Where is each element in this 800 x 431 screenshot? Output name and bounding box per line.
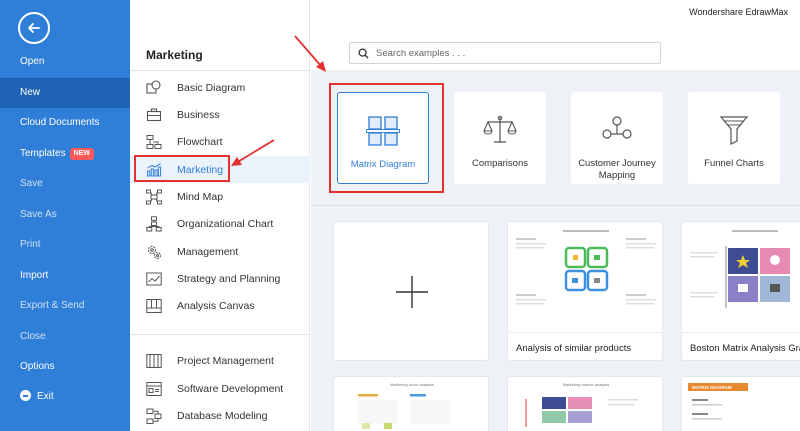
diagram-type-matrix[interactable]: Matrix Diagram bbox=[337, 92, 429, 184]
blank-canvas bbox=[334, 222, 488, 360]
mind-map-icon bbox=[146, 189, 162, 205]
category-strategy-planning[interactable]: Strategy and Planning bbox=[130, 265, 310, 292]
divider bbox=[311, 205, 800, 206]
template-marketing-focus-analysis[interactable]: Marketing focus analysis bbox=[333, 376, 489, 431]
canvas-icon bbox=[146, 298, 162, 314]
divider bbox=[508, 332, 662, 333]
gears-icon bbox=[146, 244, 162, 260]
template-thumbnail bbox=[508, 222, 662, 332]
template-thumbnail: Marketing market analysis bbox=[525, 382, 638, 427]
category-management[interactable]: Management bbox=[130, 238, 310, 265]
briefcase-icon bbox=[146, 107, 162, 123]
search-icon bbox=[358, 47, 369, 59]
category-mind-map[interactable]: Mind Map bbox=[130, 183, 310, 210]
category-business[interactable]: Business bbox=[130, 101, 310, 128]
menu-item-save-as[interactable]: Save As bbox=[0, 200, 130, 230]
template-gallery: Wondershare EdrawMax Matrix Diagram Comp… bbox=[311, 0, 800, 431]
menu-item-open[interactable]: Open bbox=[0, 47, 130, 77]
menu-item-templates[interactable]: Templates NEW bbox=[0, 139, 130, 169]
template-thumbnail bbox=[682, 222, 800, 332]
template-boston-matrix[interactable]: Boston Matrix Analysis Graph bbox=[681, 221, 800, 361]
top-bar: Wondershare EdrawMax bbox=[311, 0, 800, 70]
org-chart-icon bbox=[146, 215, 162, 232]
category-project-management[interactable]: Project Management bbox=[130, 347, 310, 374]
menu-item-close[interactable]: Close bbox=[0, 322, 130, 352]
template-marketing-market-analysis[interactable]: Marketing market analysis bbox=[507, 376, 663, 431]
divider bbox=[130, 70, 310, 71]
category-title: Marketing bbox=[146, 48, 203, 62]
template-title: Analysis of similar products bbox=[516, 343, 632, 354]
category-flowchart[interactable]: Flowchart bbox=[130, 128, 310, 155]
template-title: Boston Matrix Analysis Graph bbox=[690, 343, 800, 354]
thumb-title: Marketing market analysis bbox=[563, 382, 609, 387]
menu-item-print[interactable]: Print bbox=[0, 230, 130, 260]
template-analysis-similar-products[interactable]: Analysis of similar products bbox=[507, 221, 663, 361]
category-software-development[interactable]: Software Development bbox=[130, 375, 310, 402]
template-thumbnail: Marketing focus analysis bbox=[358, 382, 450, 429]
menu-item-export-send[interactable]: Export & Send bbox=[0, 291, 130, 321]
category-analysis-canvas[interactable]: Analysis Canvas bbox=[130, 292, 310, 319]
new-badge: NEW bbox=[69, 148, 94, 160]
menu-item-new[interactable]: New bbox=[0, 78, 130, 108]
template-thumbnail: MATRIX DIAGRAM bbox=[688, 383, 748, 420]
category-marketing[interactable]: Marketing bbox=[130, 156, 310, 183]
menu-item-import[interactable]: Import bbox=[0, 261, 130, 291]
divider bbox=[130, 334, 310, 335]
menu-item-cloud-documents[interactable]: Cloud Documents bbox=[0, 108, 130, 138]
search-input[interactable] bbox=[376, 47, 646, 59]
back-button[interactable] bbox=[18, 12, 50, 44]
line-chart-icon bbox=[146, 271, 162, 287]
category-basic-diagram[interactable]: Basic Diagram bbox=[130, 74, 310, 101]
category-database-modeling[interactable]: Database Modeling bbox=[130, 402, 310, 429]
category-organizational-chart[interactable]: Organizational Chart bbox=[130, 210, 310, 237]
database-icon bbox=[146, 408, 162, 424]
file-menu-sidebar: Open New Cloud Documents Templates NEW Sa… bbox=[0, 0, 130, 431]
template-matrix-diagram[interactable]: MATRIX DIAGRAM bbox=[681, 376, 800, 431]
bar-chart-icon bbox=[146, 162, 162, 178]
diagram-type-row: Matrix Diagram Comparisons Customer Jour… bbox=[311, 70, 800, 206]
menu-item-exit[interactable]: Exit bbox=[0, 382, 130, 412]
menu-item-options[interactable]: Options bbox=[0, 352, 130, 382]
category-panel: Marketing Basic Diagram Business Flowcha… bbox=[130, 0, 310, 431]
divider bbox=[682, 332, 800, 333]
new-blank-template[interactable] bbox=[333, 221, 489, 361]
diagram-type-customer-journey[interactable]: Customer Journey Mapping bbox=[571, 92, 663, 184]
matrix-icon bbox=[363, 111, 403, 151]
funnel-icon bbox=[714, 110, 754, 150]
plus-icon bbox=[396, 276, 428, 308]
scales-icon bbox=[480, 110, 520, 150]
project-icon bbox=[146, 353, 162, 369]
edrawmax-app: Open New Cloud Documents Templates NEW Sa… bbox=[0, 0, 800, 431]
basic-diagram-icon bbox=[146, 79, 162, 96]
diagram-type-funnel-charts[interactable]: Funnel Charts bbox=[688, 92, 780, 184]
software-icon bbox=[146, 381, 162, 397]
flowchart-icon bbox=[146, 134, 162, 150]
diagram-type-comparisons[interactable]: Comparisons bbox=[454, 92, 546, 184]
menu-item-save[interactable]: Save bbox=[0, 169, 130, 199]
arrow-left-icon bbox=[28, 23, 40, 33]
journey-icon bbox=[597, 110, 637, 150]
exit-icon bbox=[20, 390, 31, 401]
thumb-title: Marketing focus analysis bbox=[390, 382, 434, 387]
search-box[interactable] bbox=[349, 42, 661, 64]
app-brand: Wondershare EdrawMax bbox=[689, 7, 788, 17]
thumb-title: MATRIX DIAGRAM bbox=[692, 385, 732, 390]
